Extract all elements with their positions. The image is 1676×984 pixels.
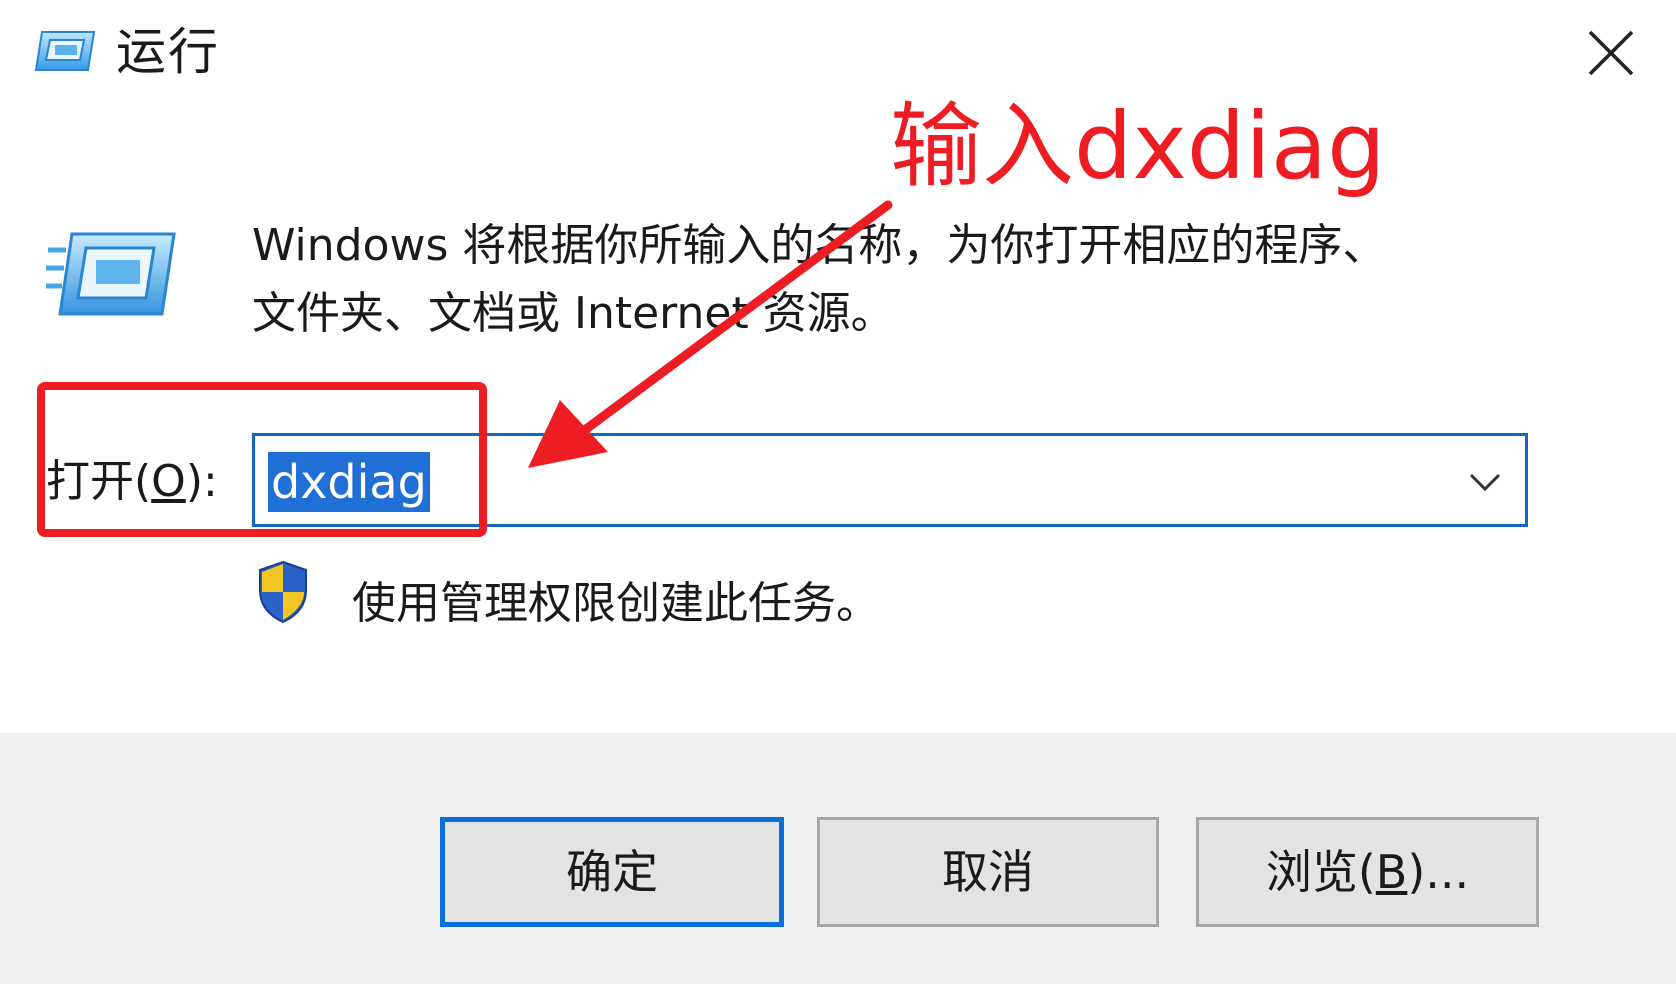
cancel-button[interactable]: 取消	[817, 817, 1159, 927]
description-line-1: Windows 将根据你所输入的名称，为你打开相应的程序、	[252, 220, 1387, 271]
admin-note: 使用管理权限创建此任务。	[352, 578, 880, 629]
run-dialog-icon	[34, 31, 96, 71]
open-label-accel: O	[151, 456, 186, 507]
open-label-suffix: ):	[185, 456, 218, 507]
run-dialog-large-icon	[46, 232, 176, 316]
title-bar: 运行	[0, 0, 1676, 117]
open-input-value[interactable]: dxdiag	[268, 452, 430, 512]
browse-label-prefix: 浏览(	[1265, 845, 1376, 899]
dialog-description: Windows 将根据你所输入的名称，为你打开相应的程序、 文件夹、文档或 In…	[252, 212, 1542, 348]
uac-shield-icon	[259, 560, 307, 624]
browse-button[interactable]: 浏览(B)...	[1196, 817, 1539, 927]
description-line-2: 文件夹、文档或 Internet 资源。	[252, 288, 895, 339]
open-combobox[interactable]: dxdiag	[252, 433, 1528, 527]
browse-label-accel: B	[1375, 845, 1408, 899]
dialog-content	[0, 117, 1676, 733]
annotation-text: 输入dxdiag	[890, 93, 1386, 200]
close-icon[interactable]	[1578, 20, 1644, 86]
open-label-prefix: 打开(	[46, 456, 152, 507]
window-title: 运行	[116, 23, 220, 81]
open-label: 打开(O):	[46, 450, 218, 514]
browse-label-suffix: )...	[1407, 845, 1470, 899]
ok-button[interactable]: 确定	[440, 817, 784, 927]
chevron-down-icon[interactable]	[1465, 462, 1505, 502]
